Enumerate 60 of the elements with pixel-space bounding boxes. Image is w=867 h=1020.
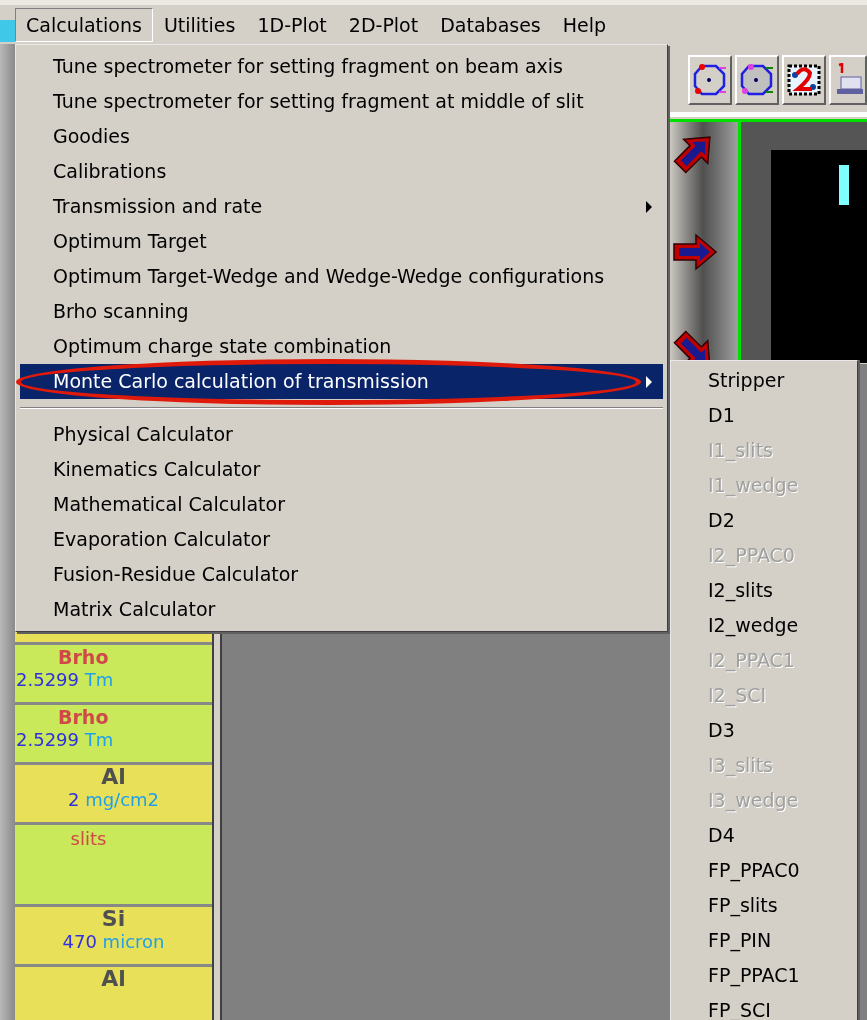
submenu-item[interactable]: FP_slits — [671, 888, 857, 923]
monitor-icon — [834, 63, 865, 97]
window-edge — [0, 20, 15, 42]
submenu-item[interactable]: FP_PPAC0 — [671, 853, 857, 888]
menu-item[interactable]: Optimum Target — [20, 224, 663, 259]
menu-item[interactable]: Brho scanning — [20, 294, 663, 329]
monitor-tool-button[interactable] — [828, 55, 867, 105]
submenu-item[interactable]: FP_PIN — [671, 923, 857, 958]
menu-item[interactable]: Evaporation Calculator — [20, 522, 663, 557]
menu-item[interactable]: Kinematics Calculator — [20, 452, 663, 487]
submenu-item[interactable]: D4 — [671, 818, 857, 853]
octagon-tool-button[interactable] — [734, 55, 779, 105]
submenu-item[interactable]: D3 — [671, 713, 857, 748]
menu-bar-item[interactable]: Calculations — [15, 7, 153, 42]
cell-title: Brho — [58, 645, 109, 669]
menu-item[interactable]: Optimum Target-Wedge and Wedge-Wedge configurations — [20, 259, 663, 294]
menu-bar-item[interactable]: Databases — [429, 7, 552, 42]
element-cell[interactable]: Si 470 micron — [15, 907, 212, 967]
cell-value: 2.5299 Tm — [16, 729, 114, 751]
submenu-item[interactable]: FP_PPAC1 — [671, 958, 857, 993]
menu-item[interactable]: Monte Carlo calculation of transmission — [20, 364, 663, 399]
cell-title: slits — [70, 827, 107, 851]
submenu-item[interactable]: FP_SCI — [671, 993, 857, 1020]
menu-bar-item[interactable]: Utilities — [152, 7, 247, 42]
submenu-item[interactable]: Stripper — [671, 363, 857, 398]
submenu-item[interactable]: D1 — [671, 398, 857, 433]
submenu-item[interactable]: D2 — [671, 503, 857, 538]
cell-title: Si — [101, 907, 126, 931]
cell-value: 2 mg/cm2 — [67, 789, 160, 811]
element-cell[interactable]: Brho 2.5299 Tm — [15, 705, 212, 765]
cell-value: 2.5299 Tm — [16, 669, 114, 691]
cell-title: Al — [101, 967, 126, 991]
octagon-tool-button[interactable] — [688, 55, 732, 105]
menu-item[interactable]: Goodies — [20, 119, 663, 154]
menu-item[interactable]: Tune spectrometer for setting fragment at middle of slit — [20, 84, 663, 119]
octagon-icon — [738, 63, 775, 97]
menu-item[interactable]: Mathematical Calculator — [20, 487, 663, 522]
menu-bar-item[interactable]: Help — [551, 7, 618, 42]
beam-marker — [839, 165, 849, 205]
menu-item[interactable]: Fusion-Residue Calculator — [20, 557, 663, 592]
menu-item[interactable]: Transmission and rate — [20, 189, 663, 224]
cell-title: Brho — [58, 705, 109, 729]
submenu-item[interactable]: I2_slits — [671, 573, 857, 608]
arrow-icon[interactable] — [672, 232, 718, 272]
element-cell[interactable]: Al 2 mg/cm2 — [15, 765, 212, 825]
menu-item[interactable]: Optimum charge state combination — [20, 329, 663, 364]
element-cell[interactable]: Al — [15, 967, 212, 1020]
element-cell[interactable]: Brho 2.5299 Tm — [15, 645, 212, 705]
cell-value: 470 micron — [62, 931, 165, 953]
chip-tool-button[interactable] — [781, 55, 826, 105]
menu-item[interactable]: Calibrations — [20, 154, 663, 189]
menu-item[interactable]: Tune spectrometer for setting fragment on beam axis — [20, 49, 663, 84]
menu-item[interactable]: Physical Calculator — [20, 417, 663, 452]
chip-icon — [785, 63, 822, 97]
cell-title: Al — [101, 765, 126, 789]
menu-item[interactable]: Matrix Calculator — [20, 592, 663, 627]
menu-bar-item[interactable]: 2D-Plot — [337, 7, 430, 42]
submenu-item[interactable]: I2_wedge — [671, 608, 857, 643]
octagon-icon — [691, 63, 728, 97]
menu-bar-item[interactable]: 1D-Plot — [246, 7, 338, 42]
